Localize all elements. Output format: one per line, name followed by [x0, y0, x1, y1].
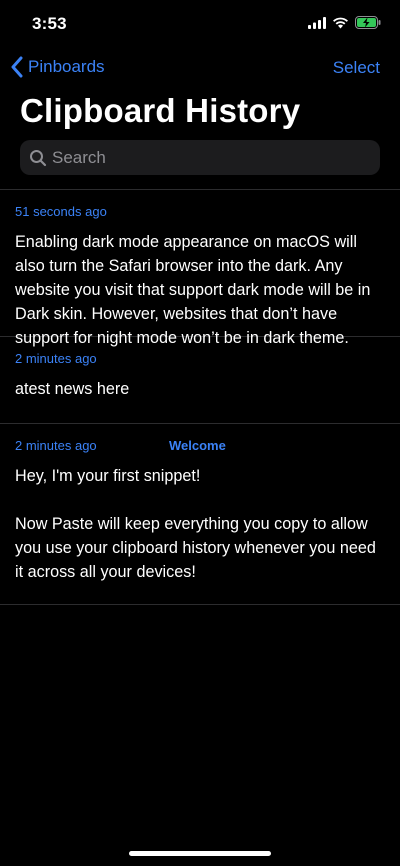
- clipboard-item[interactable]: 2 minutes ago Welcome Hey, I'm your firs…: [0, 424, 400, 604]
- clipboard-item[interactable]: 2 minutes ago atest news here: [0, 337, 400, 423]
- chevron-left-icon: [11, 56, 23, 78]
- item-text: Enabling dark mode appearance on macOS w…: [15, 233, 375, 347]
- item-meta: 51 seconds ago: [15, 204, 385, 222]
- clipboard-list: 51 seconds ago Enabling dark mode appear…: [0, 189, 400, 605]
- item-meta: 2 minutes ago Welcome: [15, 438, 385, 456]
- back-button[interactable]: Pinboards: [10, 56, 105, 78]
- item-tag: Welcome: [169, 438, 226, 453]
- item-text: Hey, I'm your first snippet! Now Paste w…: [15, 467, 376, 581]
- divider: [0, 604, 400, 605]
- cellular-signal-icon: [308, 16, 326, 29]
- status-time: 3:53: [32, 14, 67, 33]
- back-button-label: Pinboards: [28, 57, 105, 76]
- item-timestamp: 2 minutes ago: [15, 351, 97, 366]
- battery-charging-icon: [355, 16, 381, 29]
- status-icons: [308, 16, 382, 29]
- wifi-icon: [333, 17, 348, 28]
- item-timestamp: 51 seconds ago: [15, 204, 107, 219]
- navigation-bar: Pinboards Select: [0, 52, 400, 84]
- search-input[interactable]: [52, 147, 362, 168]
- clipboard-item[interactable]: 51 seconds ago Enabling dark mode appear…: [0, 190, 400, 347]
- page-title: Clipboard History: [20, 92, 301, 129]
- select-button[interactable]: Select: [333, 58, 380, 78]
- item-timestamp: 2 minutes ago: [15, 438, 97, 453]
- search-icon: [30, 149, 47, 166]
- item-meta: 2 minutes ago: [15, 351, 385, 369]
- item-text: atest news here: [15, 380, 130, 398]
- home-indicator[interactable]: [129, 851, 271, 856]
- status-bar: 3:53: [0, 0, 400, 48]
- search-bar[interactable]: [20, 140, 380, 175]
